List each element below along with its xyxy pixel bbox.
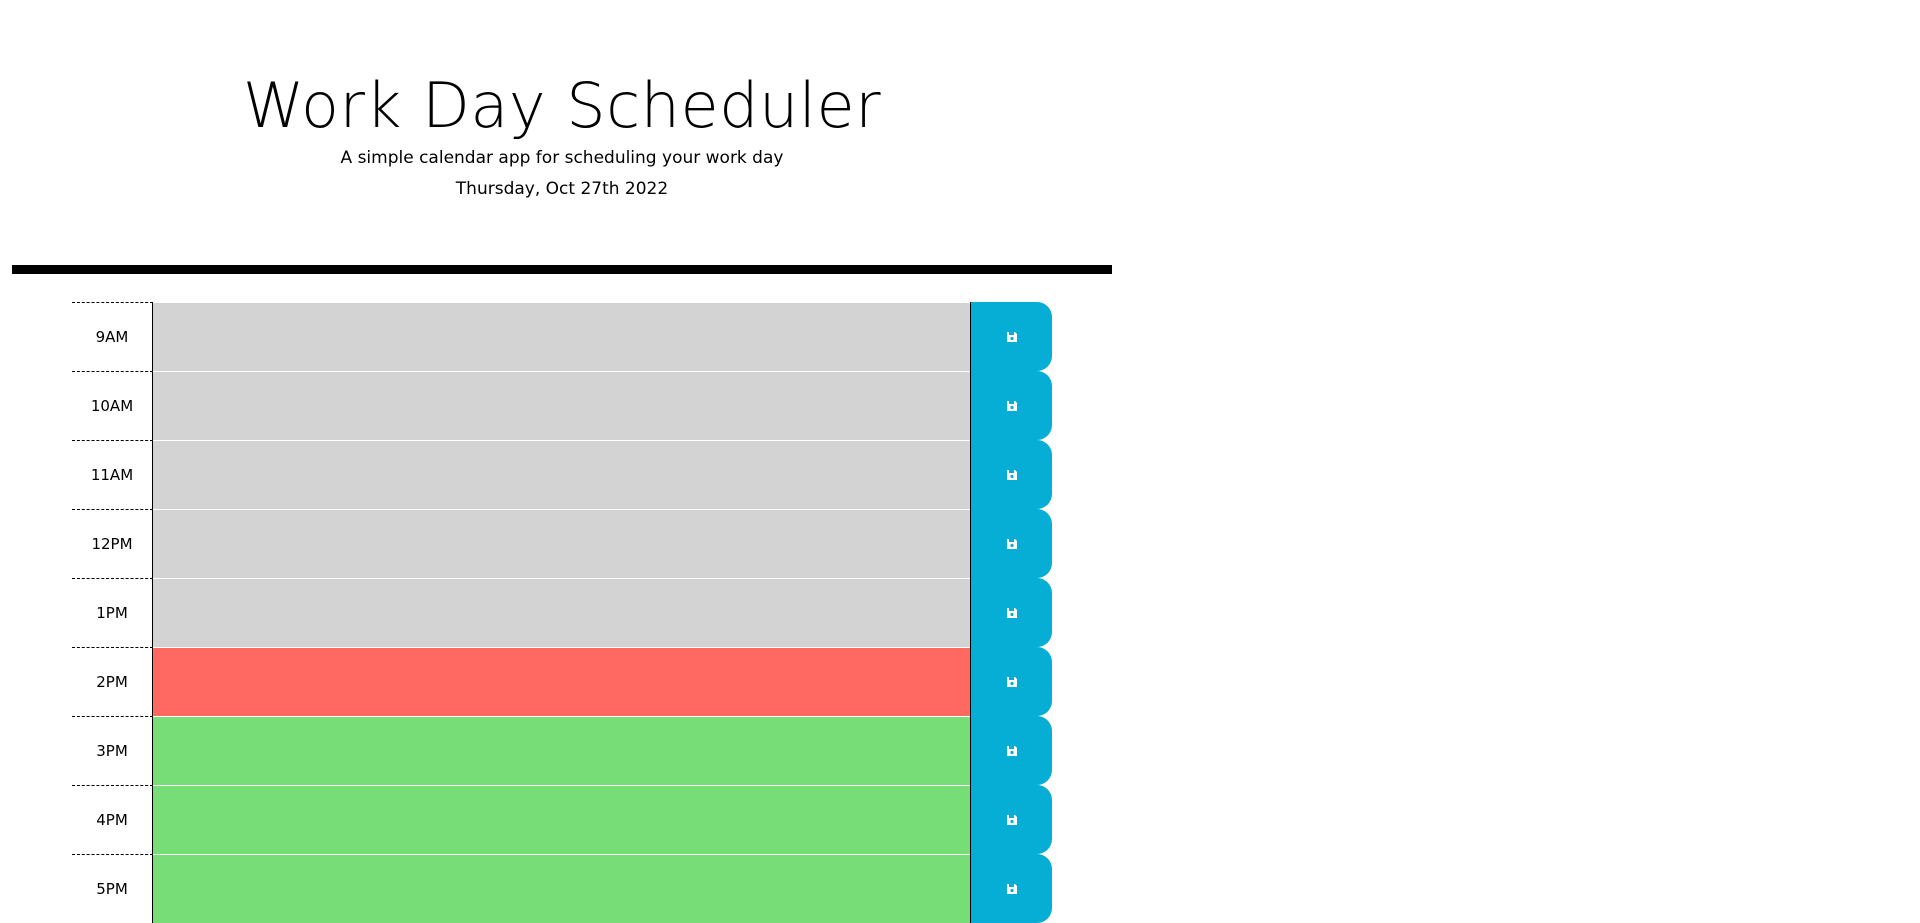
- save-button[interactable]: [970, 578, 1052, 647]
- time-block: 10AM: [72, 371, 1052, 440]
- time-block: 4PM: [72, 785, 1052, 854]
- time-block: 9AM: [72, 302, 1052, 371]
- time-block: 12PM: [72, 509, 1052, 578]
- event-description-input[interactable]: [153, 578, 970, 647]
- time-block: 2PM: [72, 647, 1052, 716]
- save-icon: [1006, 331, 1017, 342]
- time-block: 5PM: [72, 854, 1052, 923]
- hour-label: 9AM: [72, 302, 153, 371]
- event-description-input[interactable]: [153, 716, 970, 785]
- header: Work Day Scheduler A simple calendar app…: [12, 0, 1112, 265]
- event-description-input[interactable]: [153, 371, 970, 440]
- save-button[interactable]: [970, 785, 1052, 854]
- schedule-container: 9AM 10AM 11AM 12PM 1PM 2PM 3PM 4PM 5PM: [72, 302, 1052, 923]
- hour-label: 12PM: [72, 509, 153, 578]
- save-icon: [1006, 400, 1017, 411]
- save-icon: [1006, 538, 1017, 549]
- save-icon: [1006, 814, 1017, 825]
- save-button[interactable]: [970, 440, 1052, 509]
- save-icon: [1006, 469, 1017, 480]
- save-button[interactable]: [970, 371, 1052, 440]
- time-block: 1PM: [72, 578, 1052, 647]
- event-description-input[interactable]: [153, 509, 970, 578]
- event-description-input[interactable]: [153, 854, 970, 923]
- save-button[interactable]: [970, 716, 1052, 785]
- hour-label: 5PM: [72, 854, 153, 923]
- hour-label: 1PM: [72, 578, 153, 647]
- hour-label: 2PM: [72, 647, 153, 716]
- save-icon: [1006, 607, 1017, 618]
- event-description-input[interactable]: [153, 302, 970, 371]
- event-description-input[interactable]: [153, 647, 970, 716]
- header-divider: [12, 265, 1112, 274]
- page-subtitle: A simple calendar app for scheduling you…: [340, 148, 784, 168]
- event-description-input[interactable]: [153, 440, 970, 509]
- hour-label: 11AM: [72, 440, 153, 509]
- time-block: 3PM: [72, 716, 1052, 785]
- event-description-input[interactable]: [153, 785, 970, 854]
- save-icon: [1006, 676, 1017, 687]
- hour-label: 3PM: [72, 716, 153, 785]
- save-icon: [1006, 883, 1017, 894]
- save-button[interactable]: [970, 647, 1052, 716]
- page-title: Work Day Scheduler: [242, 69, 882, 142]
- save-button[interactable]: [970, 302, 1052, 371]
- time-block: 11AM: [72, 440, 1052, 509]
- save-button[interactable]: [970, 509, 1052, 578]
- save-icon: [1006, 745, 1017, 756]
- current-day: Thursday, Oct 27th 2022: [455, 179, 669, 199]
- save-button[interactable]: [970, 854, 1052, 923]
- hour-label: 4PM: [72, 785, 153, 854]
- hour-label: 10AM: [72, 371, 153, 440]
